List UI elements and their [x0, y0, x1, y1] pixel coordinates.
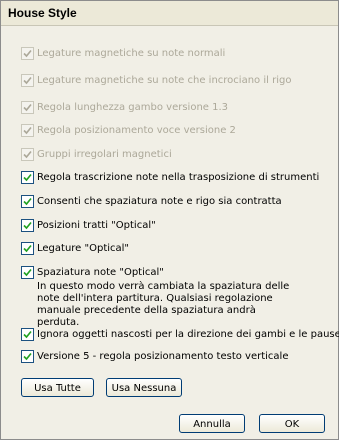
optical-spacing-note: In questo modo verrà cambiata la spaziat… — [37, 281, 290, 328]
checkmark-icon — [23, 268, 32, 277]
title-bar: House Style — [1, 1, 338, 26]
checkbox[interactable] — [21, 171, 34, 184]
checkbox[interactable] — [21, 148, 34, 161]
checkmark-icon — [23, 173, 32, 182]
checkbox[interactable] — [21, 47, 34, 60]
option-label: Consenti che spaziatura note e rigo sia … — [37, 196, 282, 207]
dialog-title: House Style — [8, 6, 77, 20]
checkmark-icon — [23, 103, 32, 112]
option-label: Spaziatura note "Optical" — [37, 267, 164, 278]
checkmark-icon — [23, 221, 32, 230]
checkbox[interactable] — [21, 219, 34, 232]
use-none-button[interactable]: Usa Nessuna — [106, 378, 182, 397]
checkmark-icon — [23, 197, 32, 206]
checkmark-icon — [23, 244, 32, 253]
checkmark-icon — [23, 49, 32, 58]
cancel-button[interactable]: Annulla — [179, 414, 245, 433]
use-all-button[interactable]: Usa Tutte — [21, 378, 94, 397]
checkbox[interactable] — [21, 101, 34, 114]
option-label: Gruppi irregolari magnetici — [37, 149, 172, 160]
checkmark-icon — [23, 126, 32, 135]
checkbox[interactable] — [21, 195, 34, 208]
option-label: Ignora oggetti nascosti per la direzione… — [37, 329, 339, 340]
option-label: Regola lunghezza gambo versione 1.3 — [37, 102, 229, 113]
option-label: Regola trascrizione note nella trasposiz… — [37, 172, 320, 183]
option-label: Regola posizionamento voce versione 2 — [37, 125, 236, 136]
ok-button[interactable]: OK — [259, 414, 325, 433]
checkbox[interactable] — [21, 350, 34, 363]
checkbox[interactable] — [21, 242, 34, 255]
checkmark-icon — [23, 330, 32, 339]
checkmark-icon — [23, 352, 32, 361]
option-label: Legature "Optical" — [37, 243, 130, 254]
checkbox[interactable] — [21, 328, 34, 341]
option-label: Posizioni tratti "Optical" — [37, 220, 156, 231]
option-label: Legature magnetiche su note che incrocia… — [37, 75, 292, 86]
checkmark-icon — [23, 150, 32, 159]
house-style-dialog: House Style Legature magnetiche su note … — [0, 0, 339, 440]
checkbox[interactable] — [21, 124, 34, 137]
option-label: Legature magnetiche su note normali — [37, 48, 226, 59]
checkbox[interactable] — [21, 74, 34, 87]
option-label: Versione 5 - regola posizionamento testo… — [37, 351, 289, 362]
checkbox[interactable] — [21, 266, 34, 279]
checkmark-icon — [23, 76, 32, 85]
